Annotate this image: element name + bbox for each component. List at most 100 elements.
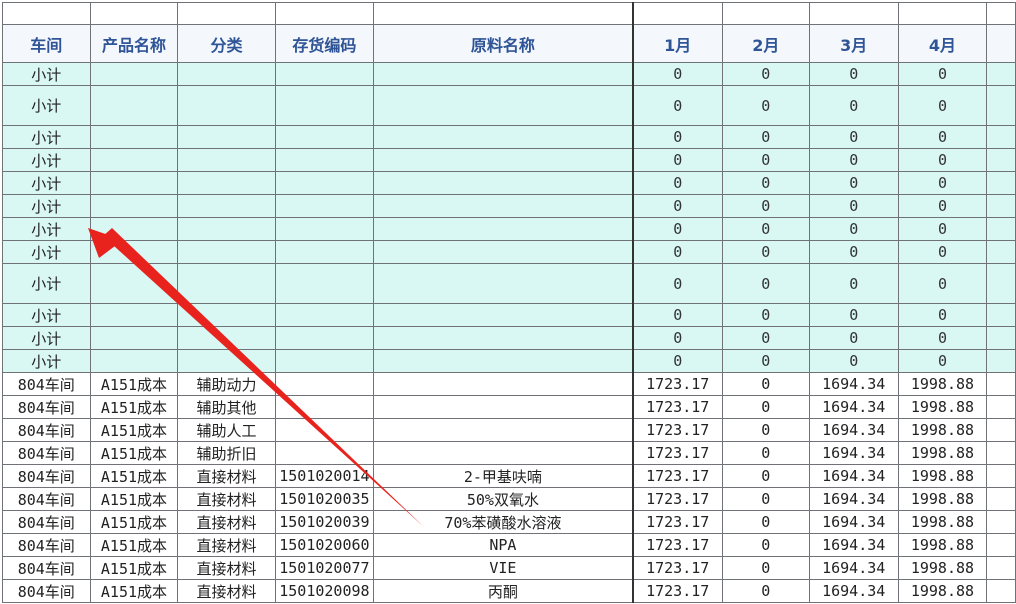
month-4-cell[interactable]: 1998.88 <box>897 487 988 511</box>
month-3-cell[interactable]: 1694.34 <box>808 464 899 488</box>
month-3-cell[interactable]: 0 <box>808 194 899 218</box>
product-cell[interactable]: A151成本 <box>89 464 179 488</box>
overflow-cell[interactable] <box>986 418 1016 442</box>
month-2-cell[interactable]: 0 <box>721 418 810 442</box>
code-cell[interactable]: 1501020014 <box>274 464 375 488</box>
month-2-cell[interactable]: 0 <box>721 263 810 304</box>
month-1-cell[interactable]: 1723.17 <box>632 441 723 465</box>
product-cell[interactable]: A151成本 <box>89 372 179 396</box>
month-2-cell[interactable]: 0 <box>721 372 810 396</box>
product-cell[interactable] <box>89 303 179 327</box>
category-cell[interactable] <box>177 326 276 350</box>
product-cell[interactable] <box>89 194 179 218</box>
subtotal-label-cell[interactable]: 小计 <box>2 62 91 86</box>
month-4-cell[interactable]: 0 <box>897 303 988 327</box>
material-cell[interactable] <box>373 326 634 350</box>
month-4-cell[interactable]: 0 <box>897 326 988 350</box>
material-cell[interactable]: 丙酮 <box>373 579 634 603</box>
month-4-cell[interactable]: 0 <box>897 125 988 149</box>
subtotal-label-cell[interactable]: 小计 <box>2 194 91 218</box>
product-cell[interactable] <box>89 62 179 86</box>
code-cell[interactable] <box>274 85 375 126</box>
material-cell[interactable] <box>373 62 634 86</box>
workshop-cell[interactable]: 804车间 <box>2 556 91 580</box>
month-4-cell[interactable]: 0 <box>897 349 988 373</box>
month-3-cell[interactable]: 0 <box>808 171 899 195</box>
product-cell[interactable] <box>89 148 179 172</box>
header-month-2[interactable]: 2月 <box>721 24 810 63</box>
month-1-cell[interactable]: 0 <box>632 240 723 264</box>
material-cell[interactable] <box>373 194 634 218</box>
month-1-cell[interactable]: 0 <box>632 85 723 126</box>
code-cell[interactable] <box>274 171 375 195</box>
month-3-cell[interactable]: 1694.34 <box>808 441 899 465</box>
month-1-cell[interactable]: 1723.17 <box>632 372 723 396</box>
material-cell[interactable] <box>373 217 634 241</box>
product-cell[interactable]: A151成本 <box>89 533 179 557</box>
code-cell[interactable]: 1501020077 <box>274 556 375 580</box>
product-cell[interactable] <box>89 240 179 264</box>
material-cell[interactable]: NPA <box>373 533 634 557</box>
month-3-cell[interactable]: 1694.34 <box>808 418 899 442</box>
subtotal-label-cell[interactable]: 小计 <box>2 217 91 241</box>
overflow-cell[interactable] <box>986 556 1016 580</box>
overflow-cell[interactable] <box>986 148 1016 172</box>
category-cell[interactable] <box>177 171 276 195</box>
month-2-cell[interactable]: 0 <box>721 148 810 172</box>
month-3-cell[interactable]: 0 <box>808 303 899 327</box>
category-cell[interactable]: 直接材料 <box>177 533 276 557</box>
month-1-cell[interactable]: 0 <box>632 263 723 304</box>
material-cell[interactable] <box>373 85 634 126</box>
material-cell[interactable] <box>373 171 634 195</box>
workshop-cell[interactable]: 804车间 <box>2 441 91 465</box>
workshop-cell[interactable]: 804车间 <box>2 418 91 442</box>
overflow-cell[interactable] <box>986 217 1016 241</box>
overflow-cell[interactable] <box>986 240 1016 264</box>
month-1-cell[interactable]: 0 <box>632 171 723 195</box>
month-2-cell[interactable]: 0 <box>721 441 810 465</box>
subtotal-label-cell[interactable]: 小计 <box>2 263 91 304</box>
month-3-cell[interactable]: 0 <box>808 217 899 241</box>
category-cell[interactable]: 直接材料 <box>177 487 276 511</box>
category-cell[interactable] <box>177 217 276 241</box>
month-1-cell[interactable]: 1723.17 <box>632 579 723 603</box>
month-1-cell[interactable]: 1723.17 <box>632 395 723 419</box>
header-month-4[interactable]: 4月 <box>897 24 988 63</box>
month-1-cell[interactable]: 0 <box>632 303 723 327</box>
month-3-cell[interactable]: 1694.34 <box>808 579 899 603</box>
category-cell[interactable] <box>177 303 276 327</box>
overflow-cell[interactable] <box>986 533 1016 557</box>
product-cell[interactable]: A151成本 <box>89 395 179 419</box>
overflow-cell[interactable] <box>986 487 1016 511</box>
category-cell[interactable] <box>177 85 276 126</box>
subtotal-label-cell[interactable]: 小计 <box>2 148 91 172</box>
month-3-cell[interactable]: 1694.34 <box>808 372 899 396</box>
month-3-cell[interactable]: 0 <box>808 349 899 373</box>
code-cell[interactable] <box>274 349 375 373</box>
product-cell[interactable] <box>89 349 179 373</box>
month-4-cell[interactable]: 1998.88 <box>897 372 988 396</box>
category-cell[interactable] <box>177 125 276 149</box>
header-month-3[interactable]: 3月 <box>808 24 899 63</box>
subtotal-label-cell[interactable]: 小计 <box>2 326 91 350</box>
month-3-cell[interactable]: 0 <box>808 62 899 86</box>
header-category[interactable]: 分类 <box>177 24 276 63</box>
overflow-cell[interactable] <box>986 510 1016 534</box>
material-cell[interactable]: 50%双氧水 <box>373 487 634 511</box>
month-4-cell[interactable]: 1998.88 <box>897 510 988 534</box>
month-4-cell[interactable]: 0 <box>897 240 988 264</box>
month-4-cell[interactable]: 1998.88 <box>897 556 988 580</box>
month-2-cell[interactable]: 0 <box>721 125 810 149</box>
product-cell[interactable] <box>89 85 179 126</box>
code-cell[interactable]: 1501020039 <box>274 510 375 534</box>
month-1-cell[interactable]: 1723.17 <box>632 510 723 534</box>
code-cell[interactable]: 1501020060 <box>274 533 375 557</box>
code-cell[interactable]: 1501020098 <box>274 579 375 603</box>
month-2-cell[interactable]: 0 <box>721 579 810 603</box>
material-cell[interactable] <box>373 349 634 373</box>
month-4-cell[interactable]: 0 <box>897 263 988 304</box>
month-3-cell[interactable]: 0 <box>808 326 899 350</box>
header-material-name[interactable]: 原料名称 <box>373 24 634 63</box>
category-cell[interactable] <box>177 349 276 373</box>
overflow-cell[interactable] <box>986 579 1016 603</box>
